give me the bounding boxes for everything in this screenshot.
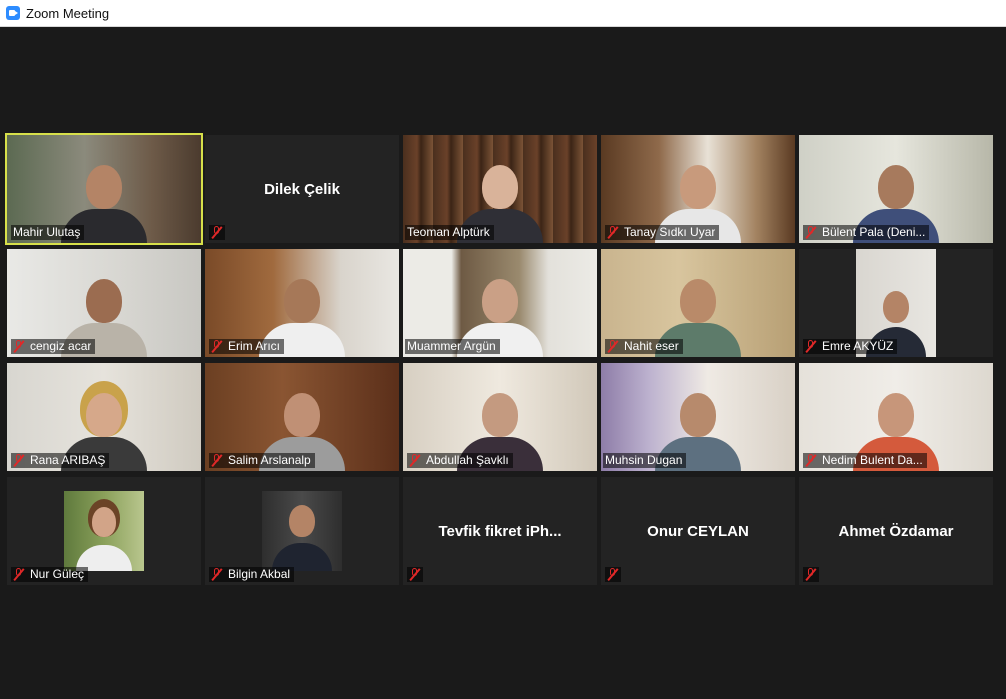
- muted-mic-icon: [605, 567, 621, 582]
- muted-mic-icon: [607, 226, 619, 239]
- participant-name-label: cengiz acar: [11, 339, 96, 354]
- muted-mic-icon: [211, 454, 223, 467]
- participant-name-label: Salim Arslanalp: [209, 453, 315, 468]
- participant-photo: [262, 491, 342, 571]
- participant-name-label: Abdullah Şavklı: [407, 453, 513, 468]
- participant-tile-teoman[interactable]: Teoman Alptürk: [403, 135, 597, 243]
- muted-mic-icon: [13, 568, 25, 581]
- participant-tile-erim[interactable]: Erim Arıcı: [205, 249, 399, 357]
- participant-name-label: Mahir Ulutaş: [11, 225, 85, 240]
- participant-tile-tevfik[interactable]: Tevfik fikret iPh...: [403, 477, 597, 585]
- gallery-grid: Mahir Ulutaş Dilek Çelik Teoman Alptürk …: [5, 133, 993, 585]
- participant-name-label: Tanay Sıdkı Uyar: [605, 225, 720, 240]
- participant-tile-salim[interactable]: Salim Arslanalp: [205, 363, 399, 471]
- participant-tile-bilgin[interactable]: Bilgin Akbal: [205, 477, 399, 585]
- muted-mic-icon: [803, 567, 819, 582]
- muted-mic-icon: [209, 225, 225, 240]
- participant-tile-mahir[interactable]: Mahir Ulutaş: [5, 133, 203, 245]
- participant-name-label: Erim Arıcı: [209, 339, 285, 354]
- participant-tile-rana[interactable]: Rana ARIBAŞ: [7, 363, 201, 471]
- participant-name-label: Nedim Bulent Da...: [803, 453, 927, 468]
- muted-mic-icon: [211, 340, 223, 353]
- participant-tile-tanay[interactable]: Tanay Sıdkı Uyar: [601, 135, 795, 243]
- participant-name-label: Rana ARIBAŞ: [11, 453, 110, 468]
- window-titlebar: Zoom Meeting: [0, 0, 1006, 27]
- participant-tile-nahit[interactable]: Nahit eser: [601, 249, 795, 357]
- participant-tile-muhsin[interactable]: Muhsin Dugan: [601, 363, 795, 471]
- participant-tile-ahmet[interactable]: Ahmet Özdamar: [799, 477, 993, 585]
- muted-mic-icon: [805, 226, 817, 239]
- participant-photo: [64, 491, 144, 571]
- participant-tile-dilek[interactable]: Dilek Çelik: [205, 135, 399, 243]
- participant-name-label: Muammer Argün: [405, 339, 500, 354]
- participant-name-center: Onur CEYLAN: [647, 522, 749, 540]
- participant-name-label: Bülent Pala (Deni...: [803, 225, 930, 240]
- participant-name-label: Nur Güleç: [11, 567, 89, 582]
- participant-name-center: Dilek Çelik: [264, 180, 340, 198]
- participant-name-label: Teoman Alptürk: [405, 225, 494, 240]
- participant-tile-onur[interactable]: Onur CEYLAN: [601, 477, 795, 585]
- zoom-app-icon: [6, 6, 20, 20]
- participant-tile-muammer[interactable]: Muammer Argün: [403, 249, 597, 357]
- participant-name-center: Ahmet Özdamar: [838, 522, 954, 540]
- participant-tile-nur[interactable]: Nur Güleç: [7, 477, 201, 585]
- muted-mic-icon: [13, 454, 25, 467]
- window-title: Zoom Meeting: [26, 5, 110, 21]
- participant-name-label: Nahit eser: [605, 339, 683, 354]
- muted-mic-icon: [805, 454, 817, 467]
- participant-name-label: Muhsin Dugan: [603, 453, 687, 468]
- participant-name-center: Tevfik fikret iPh...: [438, 522, 562, 540]
- participant-tile-abdullah[interactable]: Abdullah Şavklı: [403, 363, 597, 471]
- participant-tile-emre[interactable]: Emre AKYÜZ: [799, 249, 993, 357]
- participant-tile-nedim[interactable]: Nedim Bulent Da...: [799, 363, 993, 471]
- participant-name-label: Emre AKYÜZ: [803, 339, 898, 354]
- muted-mic-icon: [407, 567, 423, 582]
- participant-tile-cengiz[interactable]: cengiz acar: [7, 249, 201, 357]
- participant-tile-bulent[interactable]: Bülent Pala (Deni...: [799, 135, 993, 243]
- muted-mic-icon: [805, 340, 817, 353]
- muted-mic-icon: [607, 340, 619, 353]
- muted-mic-icon: [211, 568, 223, 581]
- person-silhouette: [76, 501, 132, 571]
- person-silhouette: [272, 499, 332, 571]
- muted-mic-icon: [409, 454, 421, 467]
- muted-mic-icon: [13, 340, 25, 353]
- participant-name-label: Bilgin Akbal: [209, 567, 295, 582]
